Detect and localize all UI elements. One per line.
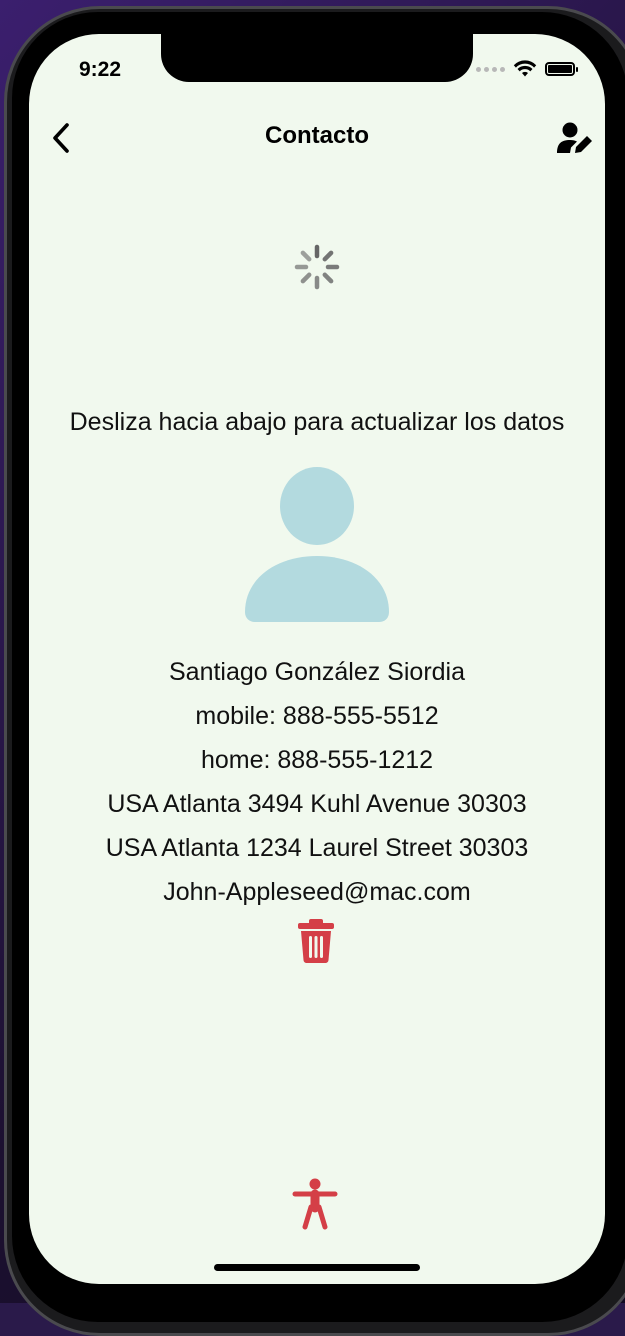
- cellular-signal-icon: [476, 66, 505, 72]
- pull-to-refresh-hint: Desliza hacia abajo para actualizar los …: [69, 408, 565, 436]
- activity-spinner-icon: [294, 244, 340, 290]
- trash-icon[interactable]: [296, 918, 336, 964]
- contact-address-2: USA Atlanta 1234 Laurel Street 30303: [105, 834, 529, 862]
- edit-contact-button[interactable]: [555, 118, 595, 158]
- accessibility-icon[interactable]: [292, 1178, 338, 1230]
- contact-name: Santiago González Siordia: [168, 658, 466, 686]
- person-avatar-icon: [245, 467, 389, 622]
- status-time: 9:22: [79, 58, 122, 81]
- contact-details: Santiago González Siordia mobile: 888-55…: [29, 650, 605, 914]
- user-edit-icon: [557, 122, 592, 153]
- notch: [161, 34, 473, 82]
- battery-icon: [545, 62, 578, 76]
- app-screen: 9:22 Contacto Desliza hacia abajo para a…: [29, 34, 605, 1284]
- page-title: Contacto: [265, 122, 369, 149]
- status-icons: [476, 60, 578, 78]
- contact-address-1: USA Atlanta 3494 Kuhl Avenue 30303: [107, 790, 527, 818]
- home-indicator[interactable]: [214, 1264, 420, 1271]
- contact-mobile: mobile: 888-555-5512: [195, 702, 439, 730]
- contact-home: home: 888-555-1212: [200, 746, 434, 774]
- contact-email: John-Appleseed@mac.com: [163, 878, 471, 906]
- wifi-icon: [513, 60, 537, 77]
